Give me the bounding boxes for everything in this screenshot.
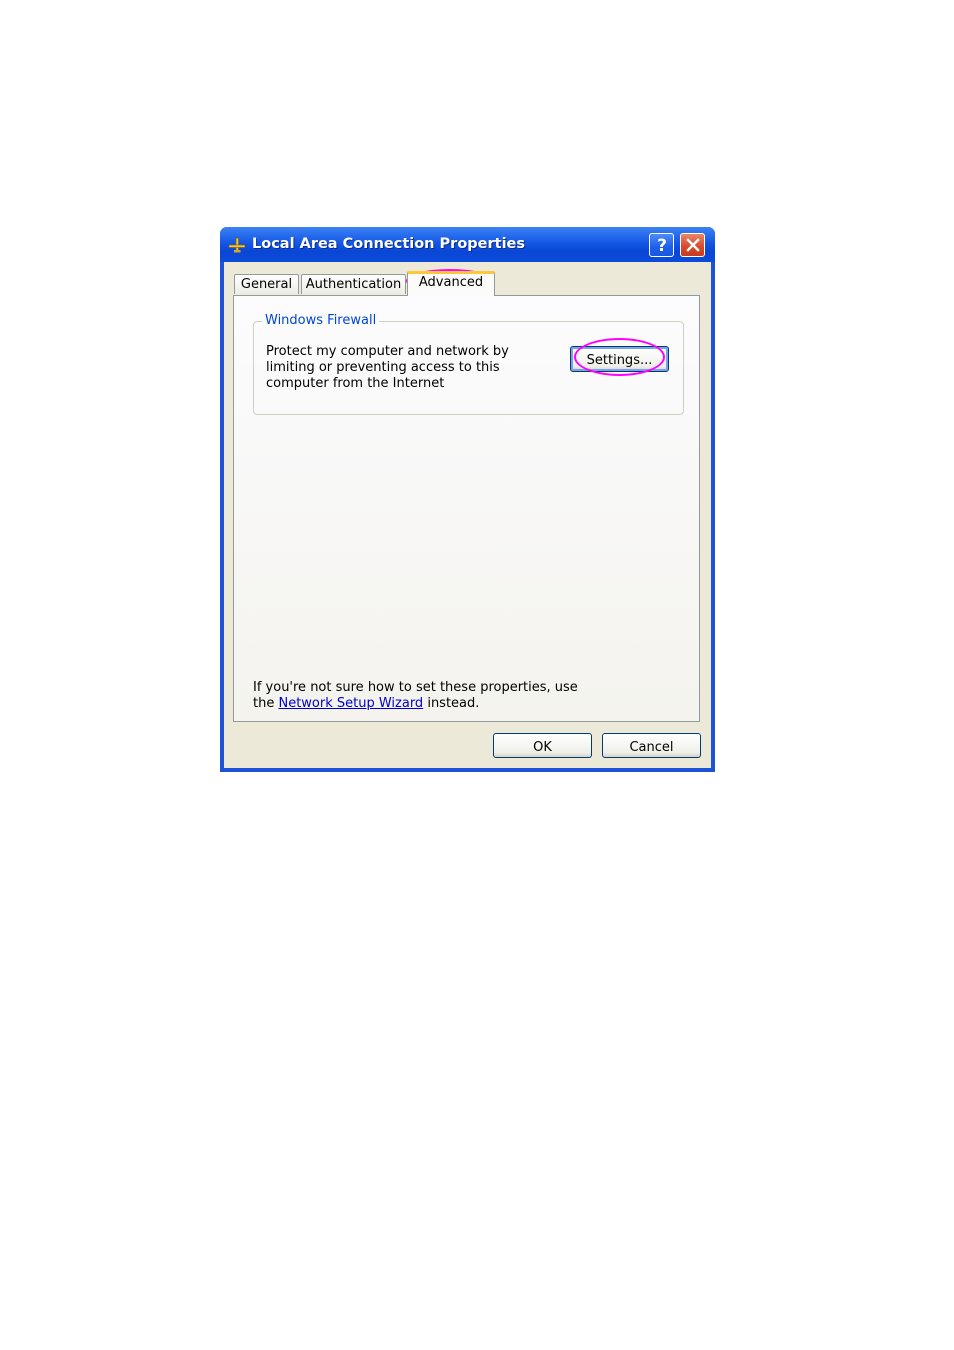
- help-prefix: the: [253, 696, 279, 711]
- network-setup-wizard-link[interactable]: Network Setup Wizard: [278, 696, 423, 711]
- ok-button[interactable]: OK: [493, 733, 592, 758]
- close-x-icon: [685, 238, 700, 252]
- properties-dialog: Local Area Connection Properties ? Gener…: [220, 227, 715, 772]
- help-button[interactable]: ?: [649, 233, 674, 257]
- tab-authentication[interactable]: Authentication: [301, 274, 406, 294]
- network-connection-icon: [228, 237, 246, 253]
- settings-button[interactable]: Settings...: [570, 346, 669, 372]
- svg-text:?: ?: [657, 236, 667, 254]
- cancel-button[interactable]: Cancel: [602, 733, 701, 758]
- tab-advanced[interactable]: Advanced: [407, 271, 495, 296]
- help-question-icon: ?: [657, 236, 667, 254]
- windows-firewall-group: Windows Firewall Protect my computer and…: [253, 313, 684, 415]
- title-bar[interactable]: Local Area Connection Properties ?: [220, 227, 715, 262]
- firewall-description: Protect my computer and network by limit…: [266, 344, 509, 391]
- help-suffix: instead.: [423, 696, 480, 711]
- help-text-line1: If you're not sure how to set these prop…: [253, 680, 578, 695]
- group-title: Windows Firewall: [262, 313, 380, 328]
- advanced-tab-panel: Windows Firewall Protect my computer and…: [233, 295, 700, 722]
- dialog-client-area: General Authentication Advanced Windows …: [224, 262, 711, 768]
- close-button[interactable]: [680, 233, 705, 257]
- help-text: If you're not sure how to set these prop…: [253, 680, 578, 712]
- window-title: Local Area Connection Properties: [252, 236, 526, 252]
- help-text-line2: the Network Setup Wizard instead.: [253, 696, 578, 712]
- tab-general[interactable]: General: [234, 274, 299, 294]
